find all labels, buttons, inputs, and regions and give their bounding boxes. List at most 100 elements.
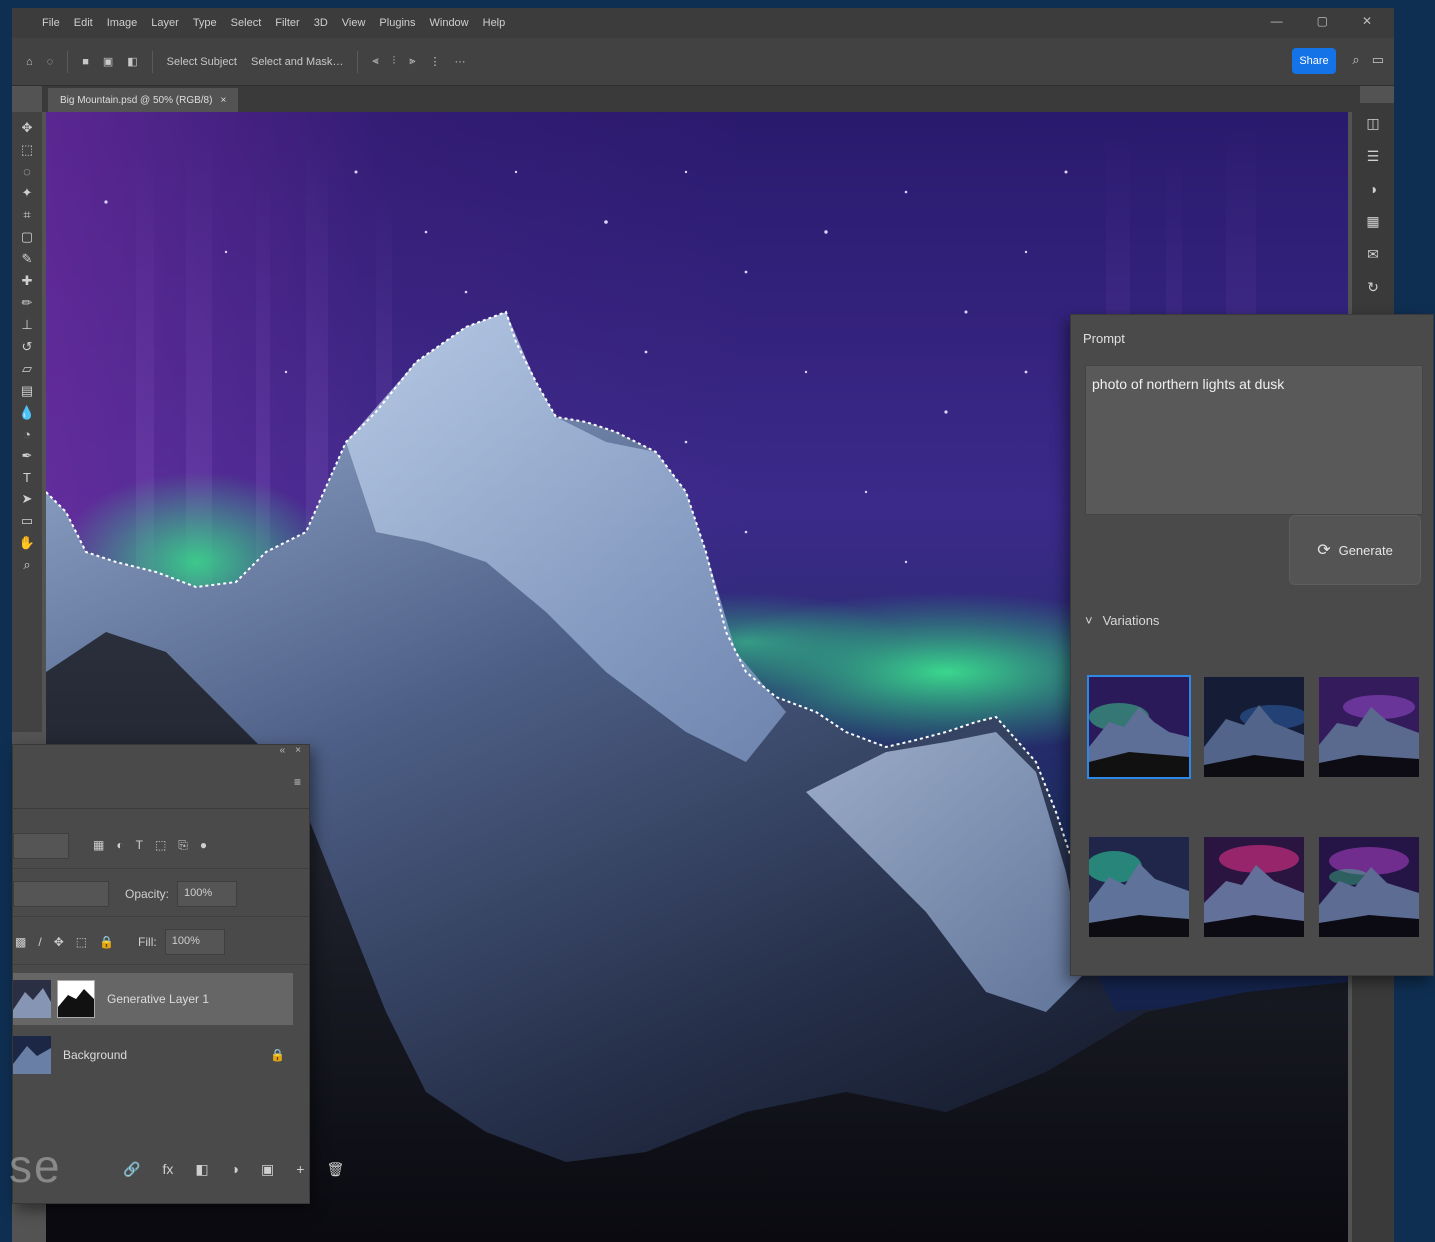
menu-item-image[interactable]: Image [107,17,138,29]
menu-item-type[interactable]: Type [193,17,217,29]
type-icon[interactable]: T [23,470,31,485]
blend-mode-select[interactable] [13,880,109,907]
menu-item-window[interactable]: Window [430,17,469,29]
maximize-button[interactable]: ▢ [1317,14,1328,28]
select-and-mask-button[interactable]: Select and Mask… [251,56,343,68]
panel-menu-icon[interactable]: ≡ [294,775,301,789]
lasso-icon[interactable]: ◌ [23,164,31,179]
fill-input[interactable]: 100% [164,928,225,955]
align-left-icon[interactable]: ⫷ [372,55,378,68]
select-subject-button[interactable]: Select Subject [167,56,237,68]
comments-icon[interactable]: ✉ [1367,246,1379,263]
lock-image-icon[interactable]: / [38,935,41,949]
variation-thumb-4[interactable] [1087,835,1191,939]
variation-thumb-5[interactable] [1202,835,1306,939]
new-layer-icon[interactable]: + [296,1161,304,1177]
layers-icon[interactable]: ◫ [1366,115,1379,132]
healing-icon[interactable]: ✚ [22,273,33,289]
align-right-icon[interactable]: ⫸ [409,55,415,68]
marquee-icon[interactable]: ⬚ [21,142,33,158]
add-selection-icon[interactable]: ▣ [103,55,113,68]
home-icon[interactable]: ⌂ [26,56,33,68]
stamp-icon[interactable]: ⊥ [21,317,32,333]
variation-thumb-6[interactable] [1317,835,1421,939]
share-button[interactable]: Share [1292,48,1336,74]
lock-icon: 🔒 [270,1048,285,1062]
document-tab[interactable]: Big Mountain.psd @ 50% (RGB/8) × [48,88,239,112]
eraser-icon[interactable]: ▱ [22,361,32,377]
layer-filter-kind[interactable] [13,832,69,859]
shape-icon[interactable]: ▭ [21,513,33,529]
layer-style-icon[interactable]: fx [162,1161,173,1177]
adjustments-icon[interactable]: ◑ [1369,181,1377,197]
close-tab-icon[interactable]: × [220,95,226,106]
trash-icon[interactable]: 🗑 [326,1161,344,1178]
menu-item-edit[interactable]: Edit [74,17,93,29]
chevron-down-icon: ˅ [1085,613,1093,628]
zoom-icon[interactable]: ⌕ [23,557,30,573]
group-icon[interactable]: ▣ [261,1161,274,1178]
more-options-icon[interactable]: ··· [455,56,466,68]
magic-wand-icon[interactable]: ✦ [22,185,33,201]
new-selection-icon[interactable]: ■ [82,56,89,68]
gradient-icon[interactable]: ▤ [21,383,33,399]
menu-item-view[interactable]: View [342,17,366,29]
variations-toggle[interactable]: ˅ Variations [1085,613,1159,628]
path-select-icon[interactable]: ➤ [22,491,33,507]
pixel-filter-icon[interactable]: ▦ [93,838,104,853]
adjustment-layer-icon[interactable]: ◑ [231,1161,239,1177]
search-icon[interactable]: ⌕ [1352,52,1359,68]
menu-item-filter[interactable]: Filter [275,17,299,29]
document-tab-title: Big Mountain.psd @ 50% (RGB/8) [60,94,213,106]
menu-item-select[interactable]: Select [231,17,262,29]
eyedropper-icon[interactable]: ✎ [22,251,33,267]
hand-icon[interactable]: ✋ [19,535,35,551]
close-panel-icon[interactable]: × [295,745,301,761]
properties-icon[interactable]: ☰ [1367,148,1380,165]
adjustment-filter-icon[interactable]: ◐ [116,838,123,853]
dodge-icon[interactable]: ◔ [23,427,31,442]
close-window-button[interactable]: ✕ [1362,14,1372,28]
move-icon[interactable]: ✥ [22,120,33,136]
variation-thumb-3[interactable] [1317,675,1421,779]
align-center-icon[interactable]: ⫶ [393,55,396,68]
lasso-icon[interactable]: ◌ [47,56,54,68]
brush-icon[interactable]: ✏ [22,295,33,311]
variation-thumb-1[interactable] [1087,675,1191,779]
crop-icon[interactable]: ⌗ [23,207,30,223]
type-filter-icon[interactable]: T [136,838,143,853]
lock-position-icon[interactable]: ✥ [54,935,64,949]
collapse-panel-icon[interactable]: « [280,745,286,761]
subtract-selection-icon[interactable]: ◧ [127,55,137,68]
minimize-button[interactable]: — [1271,14,1283,28]
shape-filter-icon[interactable]: ⬚ [155,838,166,853]
layers-panel: « × ≡ ▦ ◐ T ⬚ ⎘ ● Opacity: 100% ▩ / ✥ ⬚ … [9,744,344,1204]
prompt-input[interactable]: photo of northern lights at dusk [1085,365,1423,515]
lock-transparent-icon[interactable]: ▩ [15,935,26,949]
variation-thumb-2[interactable] [1202,675,1306,779]
menu-item-3d[interactable]: 3D [314,17,328,29]
menu-item-file[interactable]: File [42,17,60,29]
lock-artboard-icon[interactable]: ⬚ [76,935,87,949]
distribute-icon[interactable]: ⋮ [430,55,441,68]
history-brush-icon[interactable]: ↺ [22,339,33,355]
blur-icon[interactable]: 💧 [19,405,35,421]
frame-icon[interactable]: ▢ [21,229,33,245]
pen-icon[interactable]: ✒ [22,448,33,464]
layer-row-generative[interactable]: Generative Layer 1 [13,973,293,1025]
filter-toggle-icon[interactable]: ● [200,838,207,853]
lock-all-icon[interactable]: 🔒 [99,935,114,949]
layout-icon[interactable]: ▭ [1372,52,1384,68]
layer-row-background[interactable]: Background 🔒 [13,1029,293,1081]
add-mask-icon[interactable]: ◧ [195,1161,208,1178]
layer-mask-thumbnail[interactable] [57,980,95,1018]
menu-item-plugins[interactable]: Plugins [379,17,415,29]
opacity-input[interactable]: 100% [177,880,238,907]
generate-button[interactable]: ⟳ Generate [1289,515,1421,585]
libraries-icon[interactable]: ▦ [1366,213,1379,230]
history-icon[interactable]: ↻ [1367,279,1379,296]
link-layers-icon[interactable]: 🔗 [123,1161,140,1178]
smart-object-filter-icon[interactable]: ⎘ [178,838,188,853]
menu-item-help[interactable]: Help [483,17,506,29]
menu-item-layer[interactable]: Layer [151,17,179,29]
